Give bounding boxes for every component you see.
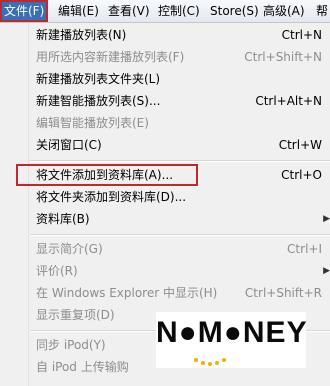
menu-item-new-playlist[interactable]: 新建播放列表(N) Ctrl+N <box>0 24 330 46</box>
menu-item-label: 在 Windows Explorer 中显示(H) <box>36 286 218 300</box>
menu-item-label: 编辑智能播放列表(E) <box>36 116 149 130</box>
submenu-arrow-icon: ▶ <box>323 214 330 224</box>
menu-item-label: 自 iPod 上传输购 <box>36 360 129 374</box>
watermark-dots <box>194 354 234 366</box>
menu-item-shortcut: Ctrl+Alt+N <box>255 94 322 108</box>
menu-view[interactable]: 查看(V) <box>108 0 150 22</box>
menu-item-label: 显示简介(G) <box>36 242 103 256</box>
menu-item-label: 新建智能播放列表(S)... <box>36 94 161 108</box>
menu-item-shortcut: Ctrl+N <box>281 28 322 42</box>
menu-item-library[interactable]: 资料库(B) ▶ <box>0 208 330 230</box>
menu-item-shortcut: Ctrl+W <box>278 138 322 152</box>
menu-item-add-file-to-library[interactable]: 将文件添加到资料库(A)... <box>16 164 198 186</box>
menu-advanced[interactable]: 高级(A) <box>263 0 305 22</box>
menu-item-label: 用所选内容新建播放列表(F) <box>36 50 185 64</box>
menu-item-label: 资料库(B) <box>36 212 90 226</box>
watermark-text: N●M●NEY <box>156 316 308 349</box>
menu-item-label: 新建播放列表文件夹(L) <box>36 72 161 86</box>
menu-item-shortcut: Ctrl+O <box>281 168 322 182</box>
menu-item-show-in-explorer[interactable]: 在 Windows Explorer 中显示(H) Ctrl+Shift+R <box>0 282 330 304</box>
menu-item-new-playlist-folder[interactable]: 新建播放列表文件夹(L) <box>0 68 330 90</box>
menu-item-rating[interactable]: 评价(R) ▶ <box>0 260 330 282</box>
menu-item-label: 将文件夹添加到资料库(D)... <box>36 190 187 204</box>
menu-item-label: 将文件添加到资料库(A)... <box>36 168 174 182</box>
menu-separator <box>30 160 330 162</box>
menu-item-label: 关闭窗口(C) <box>36 138 102 152</box>
menu-item-label: 评价(R) <box>36 264 78 278</box>
menu-separator <box>30 234 330 236</box>
menu-item-shortcut: Ctrl+Shift+R <box>244 286 322 300</box>
menu-store[interactable]: Store(S) <box>210 0 259 22</box>
menu-item-shortcut: Ctrl+Shift+N <box>244 50 322 64</box>
menu-item-new-playlist-from-selection[interactable]: 用所选内容新建播放列表(F) Ctrl+Shift+N <box>0 46 330 68</box>
menu-item-close-window[interactable]: 关闭窗口(C) Ctrl+W <box>0 134 330 156</box>
menu-item-shortcut: Ctrl+I <box>287 242 322 256</box>
menu-file[interactable]: 文件(F) <box>0 0 49 22</box>
menu-item-label: 同步 iPod(Y) <box>36 338 106 352</box>
menu-controls[interactable]: 控制(C) <box>158 0 200 22</box>
menu-item-label: 新建播放列表(N) <box>36 28 127 42</box>
menu-help[interactable]: 帮 <box>316 0 328 22</box>
nomoney-watermark-logo: N●M●NEY <box>156 312 308 368</box>
menu-item-label: 显示重复项(D) <box>36 308 115 322</box>
menu-item-add-file-shortcut: Ctrl+O <box>198 164 330 186</box>
menu-item-edit-smart-playlist[interactable]: 编辑智能播放列表(E) <box>0 112 330 134</box>
menu-bar: 文件(F) 编辑(E) 查看(V) 控制(C) Store(S) 高级(A) 帮 <box>0 0 330 23</box>
menu-item-add-folder-to-library[interactable]: 将文件夹添加到资料库(D)... <box>0 186 330 208</box>
submenu-arrow-icon: ▶ <box>323 266 330 276</box>
menu-item-new-smart-playlist[interactable]: 新建智能播放列表(S)... Ctrl+Alt+N <box>0 90 330 112</box>
menu-item-get-info[interactable]: 显示简介(G) Ctrl+I <box>0 238 330 260</box>
menu-edit[interactable]: 编辑(E) <box>58 0 99 22</box>
